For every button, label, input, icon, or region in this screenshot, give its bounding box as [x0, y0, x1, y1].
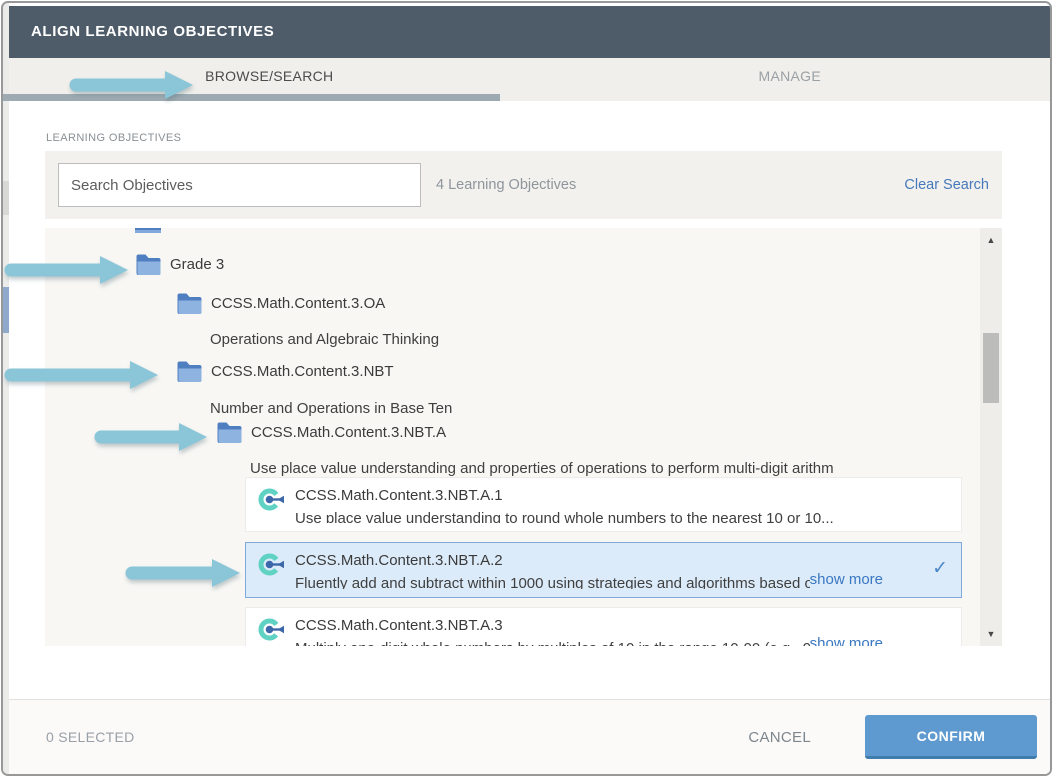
scrollbar-down-icon[interactable]: ▼ [980, 629, 1002, 639]
objective-card-3-nbt-a-3[interactable]: CCSS.Math.Content.3.NBT.A.3 Multiply one… [245, 607, 962, 646]
browse-search-panel: LEARNING OBJECTIVES 4 Learning Objective… [9, 101, 1050, 699]
tree-node-description: Use place value understanding and proper… [250, 460, 834, 477]
align-learning-objectives-dialog: ALIGN LEARNING OBJECTIVES BROWSE/SEARCH … [9, 3, 1050, 774]
objectives-count: 4 Learning Objectives [436, 177, 576, 193]
learning-objectives-label: LEARNING OBJECTIVES [46, 132, 181, 144]
selected-check-icon: ✓ [932, 557, 948, 580]
scrollbar-thumb[interactable] [983, 333, 999, 403]
search-input[interactable] [58, 163, 421, 207]
folder-icon [176, 360, 203, 383]
objective-description: Use place value understanding to round w… [295, 510, 834, 523]
folder-icon [135, 253, 162, 276]
tab-manage[interactable]: MANAGE [530, 58, 1051, 101]
tree-node-description: Number and Operations in Base Ten [210, 400, 452, 417]
tree-node-3-nbt-a[interactable]: CCSS.Math.Content.3.NBT.A [216, 421, 446, 444]
active-tab-indicator [3, 94, 500, 101]
objective-code: CCSS.Math.Content.3.NBT.A.3 [295, 617, 824, 634]
tree-node-description: Operations and Algebraic Thinking [210, 331, 439, 348]
scrollbar-up-icon[interactable]: ▲ [980, 235, 1002, 245]
objective-icon [258, 616, 285, 643]
tree-node-grade-3[interactable]: Grade 3 [135, 253, 224, 276]
objective-icon [258, 486, 285, 513]
objective-icon [258, 551, 285, 578]
clear-search-link[interactable]: Clear Search [904, 177, 989, 193]
objective-description: Multiply one-digit whole numbers by mult… [295, 640, 824, 646]
confirm-button[interactable]: CONFIRM [865, 715, 1037, 759]
objective-card-3-nbt-a-2[interactable]: CCSS.Math.Content.3.NBT.A.2 Fluently add… [245, 542, 962, 598]
dialog-window: ALIGN LEARNING OBJECTIVES BROWSE/SEARCH … [1, 1, 1052, 776]
objective-code: CCSS.Math.Content.3.NBT.A.1 [295, 487, 834, 504]
tree-node-label: CCSS.Math.Content.3.NBT [211, 363, 394, 380]
folder-icon [176, 292, 203, 315]
tab-bar: BROWSE/SEARCH MANAGE [9, 58, 1050, 101]
clipped-folder-icon [135, 228, 161, 233]
cancel-button[interactable]: CANCEL [748, 729, 811, 746]
objective-code: CCSS.Math.Content.3.NBT.A.2 [295, 552, 834, 569]
tree-node-3-nbt[interactable]: CCSS.Math.Content.3.NBT [176, 360, 394, 383]
tree-node-3-oa[interactable]: CCSS.Math.Content.3.OA [176, 292, 385, 315]
dialog-footer: 0 SELECTED CANCEL CONFIRM [9, 699, 1050, 774]
selected-count: 0 SELECTED [46, 729, 135, 745]
tree-node-label: Grade 3 [170, 256, 224, 273]
show-more-link[interactable]: show more [810, 571, 883, 588]
tree-node-label: CCSS.Math.Content.3.OA [211, 295, 385, 312]
dialog-title: ALIGN LEARNING OBJECTIVES [9, 6, 1050, 58]
objective-description: Fluently add and subtract within 1000 us… [295, 575, 834, 589]
tree-node-label: CCSS.Math.Content.3.NBT.A [251, 424, 446, 441]
objective-card-3-nbt-a-1[interactable]: CCSS.Math.Content.3.NBT.A.1 Use place va… [245, 477, 962, 532]
show-more-link[interactable]: show more [810, 635, 883, 646]
search-section: 4 Learning Objectives Clear Search [45, 151, 1002, 219]
tree-scrollbar: ▲ ▼ [980, 228, 1002, 646]
objectives-tree: Grade 3 CCSS.Math.Content.3.OA Operation… [45, 228, 1002, 646]
folder-icon [216, 421, 243, 444]
